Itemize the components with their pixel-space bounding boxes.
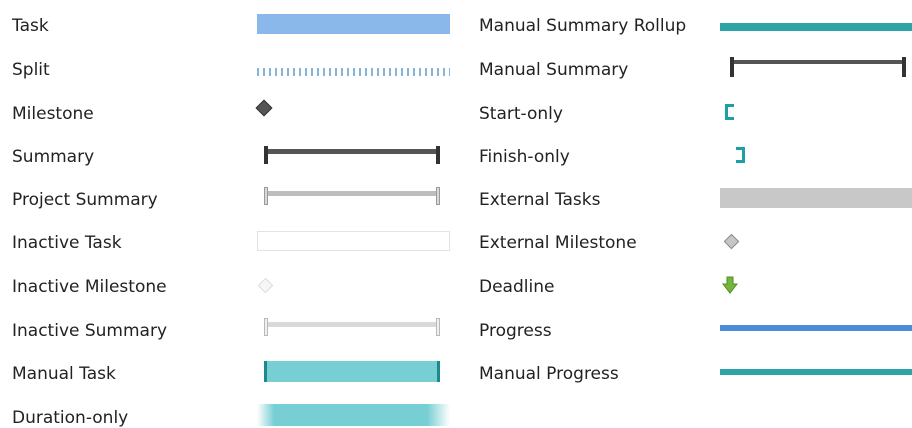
summary-bar-symbol [264,146,440,164]
deadline-arrow-symbol [721,276,739,294]
external-milestone-diamond-symbol [723,233,740,250]
legend-label-milestone: Milestone [12,104,94,124]
legend-label-manual-task: Manual Task [12,364,116,384]
legend-label-inactive-task: Inactive Task [12,233,122,253]
finish-only-bracket-symbol [736,147,745,163]
legend-label-inactive-summary: Inactive Summary [12,321,168,341]
progress-bar-symbol [720,325,912,331]
legend-label-deadline: Deadline [479,277,555,297]
inactive-task-bar-symbol [257,231,450,251]
inactive-summary-bar-symbol [264,318,440,336]
legend-label-task: Task [12,16,49,36]
manual-task-bar-symbol [264,361,440,382]
legend-label-start-only: Start-only [479,104,563,124]
legend-label-external-milestone: External Milestone [479,233,637,253]
legend-label-split: Split [12,60,50,80]
task-bar-symbol [257,14,450,34]
external-tasks-bar-symbol [720,188,912,208]
split-bar-symbol [257,68,450,76]
legend-label-summary: Summary [12,147,95,167]
duration-only-bar-symbol [257,404,450,426]
legend-label-project-summary: Project Summary [12,190,158,210]
deadline-arrow-icon [721,276,739,294]
legend-label-inactive-milestone: Inactive Milestone [12,277,167,297]
start-only-bracket-symbol [725,104,734,120]
legend-label-manual-summary-rollup: Manual Summary Rollup [479,16,687,36]
manual-summary-bar-symbol [730,57,906,77]
legend-label-manual-summary: Manual Summary [479,60,629,80]
legend-label-finish-only: Finish-only [479,147,570,167]
project-summary-bar-symbol [264,187,440,205]
inactive-milestone-diamond-symbol [257,277,274,294]
legend-label-manual-progress: Manual Progress [479,364,619,384]
legend-label-external-tasks: External Tasks [479,190,601,210]
manual-progress-bar-symbol [720,369,912,375]
milestone-diamond-symbol [255,99,273,117]
legend-label-duration-only: Duration-only [12,408,129,428]
manual-summary-rollup-bar-symbol [720,23,912,31]
legend-label-progress: Progress [479,321,552,341]
